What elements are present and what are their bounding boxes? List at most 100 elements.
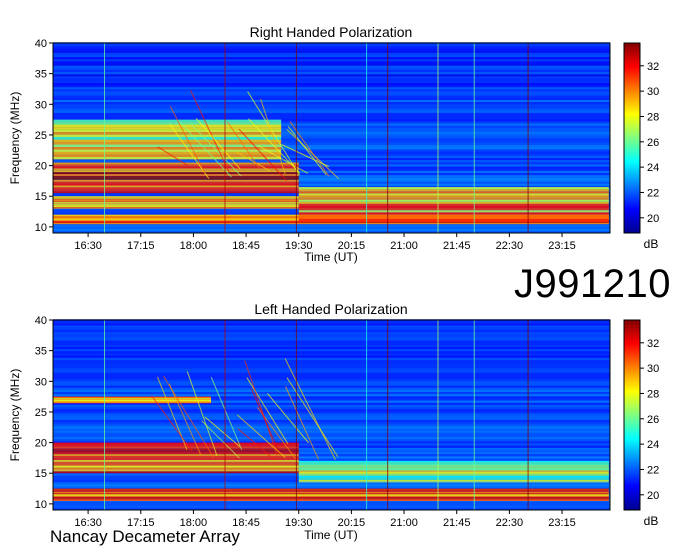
emission-band [298,187,609,190]
emission-band [53,189,299,192]
emission-band [298,189,609,192]
heatmap-row [53,106,610,109]
y-tick-label: 40 [35,38,47,50]
colorbar-tick-label: 26 [647,414,659,426]
heatmap-row [53,321,610,324]
heatmap-row [53,346,610,350]
emission-band [298,197,609,200]
y-axis-label: Frequency (MHz) [8,369,22,462]
heatmap-row [53,381,610,384]
heatmap-row [53,389,610,393]
emission-band [53,455,299,458]
heatmap-row [53,87,610,90]
heatmap-row [53,409,610,412]
y-tick-label: 40 [35,315,47,327]
heatmap-row [53,366,610,369]
heatmap-row [53,336,610,339]
heatmap-row [53,355,610,358]
emission-band [53,154,282,157]
emission-band [53,132,282,135]
heatmap-row [53,97,610,100]
y-tick-label: 30 [35,99,47,111]
emission-band [53,127,282,130]
emission-band [53,457,299,460]
spectrogram-heatmap [53,319,610,510]
colorbar-axis: 20 22 24 26 28 30 32 [640,61,659,225]
emission-band [53,181,299,184]
heatmap-row [53,422,610,425]
colorbar-tick-label: 24 [647,162,659,174]
emission-band [53,396,211,398]
x-tick-label: 21:45 [443,240,471,252]
heatmap-row [53,419,610,423]
heatmap-row [53,93,610,96]
x-tick-label: 17:15 [127,240,155,252]
x-axis-label: Time (UT) [304,250,358,264]
heatmap-row [53,484,610,487]
y-tick-label: 10 [35,222,47,234]
heatmap-row [53,104,610,107]
heatmap-row [53,44,610,47]
heatmap-row [53,370,610,373]
emission-band [53,465,299,468]
right-polarization-panel: Right Handed Polarization 10 15 20 25 30 35 40… [8,24,659,264]
emission-band [53,187,299,190]
heatmap-row [53,65,610,68]
heatmap-row [53,361,610,365]
emission-band [298,460,609,463]
emission-band [298,199,609,202]
heatmap-row [53,379,610,382]
emission-band [298,462,609,464]
x-tick-label: 16:30 [74,240,102,252]
heatmap-row [53,486,610,489]
heatmap-row [53,417,610,420]
heatmap-row [53,69,610,73]
emission-band [53,179,299,182]
colorbar-axis: 20 22 24 26 28 30 32 [640,338,659,502]
emission-band [53,119,282,123]
heatmap-row [53,63,610,66]
heatmap-row [53,404,610,408]
heatmap-row [53,80,610,83]
emission-band [53,450,299,453]
heatmap-row [53,434,610,438]
x-tick-label: 22:30 [496,517,524,529]
heatmap-row [53,329,610,332]
emission-band [53,471,299,474]
colorbar-tick-label: 30 [647,86,659,98]
heatmap-row [53,82,610,85]
heatmap-row [53,344,610,347]
heatmap-row [53,117,610,120]
colorbar-tick-label: 30 [647,363,659,375]
x-tick-label: 23:15 [548,517,576,529]
heatmap-row [53,377,610,380]
heatmap-row [53,52,610,55]
y-tick-label: 35 [35,69,47,81]
emission-band [298,478,609,480]
heatmap-row [53,334,610,337]
left-polarization-panel: Left Handed Polarization 10152025303540 … [8,301,659,542]
heatmap-row [53,368,610,371]
emission-band [298,203,609,206]
emission-band [298,471,609,474]
x-axis-label: Time (UT) [304,528,358,542]
y-tick-label: 35 [35,346,47,358]
y-tick-label: 15 [35,191,47,203]
heatmap-row [53,437,610,440]
emission-band [53,469,299,472]
heatmap-row [53,482,610,485]
emission-band [298,210,609,213]
emission-band [298,201,609,204]
emission-band [298,477,609,479]
colorbar-tick-label: 28 [647,388,659,400]
emission-band [298,481,609,483]
heatmap-row [53,74,610,77]
emission-band [53,444,299,447]
emission-band [53,170,299,173]
colorbar-unit-label: dB [644,514,659,528]
emission-band [53,129,282,133]
heatmap-row [53,392,610,395]
emission-band [53,467,299,470]
heatmap-row [53,115,610,118]
emission-band [53,124,282,128]
